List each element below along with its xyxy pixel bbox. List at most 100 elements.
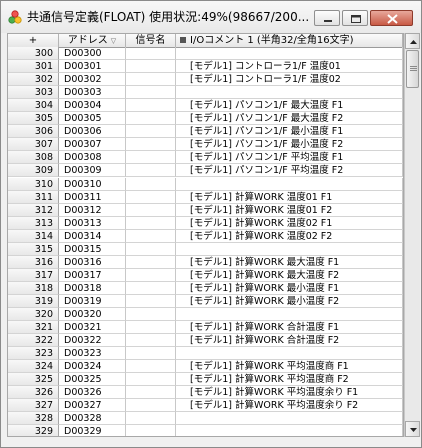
address-cell[interactable]: D00300 — [59, 47, 126, 61]
table-row[interactable]: 319 D00319 [モデル1] 計算WORK 最小温度 F2 — [8, 294, 403, 308]
signal-name-cell[interactable] — [126, 334, 176, 348]
vertical-scrollbar[interactable] — [404, 33, 420, 437]
signal-name-cell[interactable] — [126, 399, 176, 413]
row-number-cell[interactable]: 319 — [8, 294, 59, 308]
io-comment-cell[interactable]: [モデル1] 計算WORK 温度01 F2 — [176, 203, 403, 217]
table-row[interactable]: 327 D00327 [モデル1] 計算WORK 平均温度余り F2 — [8, 399, 403, 413]
table-row[interactable]: 322 D00322 [モデル1] 計算WORK 合計温度 F2 — [8, 334, 403, 348]
io-comment-cell[interactable] — [176, 47, 403, 61]
column-header-io-comment[interactable]: I/Oコメント 1 (半角32/全角16文字) — [176, 34, 403, 47]
address-cell[interactable]: D00324 — [59, 360, 126, 374]
signal-name-cell[interactable] — [126, 164, 176, 178]
io-comment-cell[interactable]: [モデル1] 計算WORK 最大温度 F1 — [176, 255, 403, 269]
signal-name-cell[interactable] — [126, 151, 176, 165]
io-comment-cell[interactable]: [モデル1] 計算WORK 合計温度 F1 — [176, 321, 403, 335]
row-number-cell[interactable]: 320 — [8, 308, 59, 322]
row-number-cell[interactable]: 310 — [8, 177, 59, 191]
table-row[interactable]: 307 D00307 [モデル1] パソコン1/F 最小温度 F2 — [8, 138, 403, 152]
table-row[interactable]: 300 D00300 — [8, 47, 403, 61]
table-row[interactable]: 301 D00301 [モデル1] コントローラ1/F 温度01 — [8, 60, 403, 74]
io-comment-cell[interactable] — [176, 177, 403, 191]
row-number-cell[interactable]: 328 — [8, 412, 59, 426]
row-number-cell[interactable]: 312 — [8, 203, 59, 217]
scroll-down-button[interactable] — [405, 421, 420, 437]
signal-name-cell[interactable] — [126, 138, 176, 152]
signal-name-cell[interactable] — [126, 47, 176, 61]
address-cell[interactable]: D00309 — [59, 164, 126, 178]
address-cell[interactable]: D00321 — [59, 321, 126, 335]
table-row[interactable]: 320 D00320 — [8, 308, 403, 322]
address-cell[interactable]: D00317 — [59, 268, 126, 282]
title-bar[interactable]: 共通信号定義(FLOAT) 使用状況:49%(98667/200... — [1, 1, 421, 33]
table-row[interactable]: 313 D00313 [モデル1] 計算WORK 温度02 F1 — [8, 216, 403, 230]
address-cell[interactable]: D00304 — [59, 99, 126, 113]
row-number-cell[interactable]: 325 — [8, 373, 59, 387]
address-cell[interactable]: D00327 — [59, 399, 126, 413]
io-comment-cell[interactable] — [176, 425, 403, 436]
signal-name-cell[interactable] — [126, 347, 176, 361]
signal-name-cell[interactable] — [126, 425, 176, 436]
address-cell[interactable]: D00316 — [59, 255, 126, 269]
io-comment-cell[interactable]: [モデル1] コントローラ1/F 温度01 — [176, 60, 403, 74]
table-row[interactable]: 310 D00310 — [8, 177, 403, 191]
row-number-cell[interactable]: 314 — [8, 229, 59, 243]
table-row[interactable]: 304 D00304 [モデル1] パソコン1/F 最大温度 F1 — [8, 99, 403, 113]
table-row[interactable]: 316 D00316 [モデル1] 計算WORK 最大温度 F1 — [8, 255, 403, 269]
table-row[interactable]: 318 D00318 [モデル1] 計算WORK 最小温度 F1 — [8, 281, 403, 295]
io-comment-cell[interactable]: [モデル1] パソコン1/F 平均温度 F1 — [176, 151, 403, 165]
signal-name-cell[interactable] — [126, 373, 176, 387]
row-number-cell[interactable]: 300 — [8, 47, 59, 61]
address-cell[interactable]: D00312 — [59, 203, 126, 217]
row-number-cell[interactable]: 322 — [8, 334, 59, 348]
io-comment-cell[interactable] — [176, 412, 403, 426]
row-number-cell[interactable]: 308 — [8, 151, 59, 165]
table-row[interactable]: 329 D00329 — [8, 425, 403, 436]
row-number-cell[interactable]: 317 — [8, 268, 59, 282]
address-cell[interactable]: D00328 — [59, 412, 126, 426]
signal-name-cell[interactable] — [126, 281, 176, 295]
address-cell[interactable]: D00303 — [59, 86, 126, 100]
row-number-cell[interactable]: 301 — [8, 60, 59, 74]
column-header-signal-name[interactable]: 信号名 — [126, 34, 176, 47]
signal-name-cell[interactable] — [126, 412, 176, 426]
maximize-button[interactable] — [342, 10, 368, 26]
minimize-button[interactable] — [314, 10, 340, 26]
row-number-cell[interactable]: 321 — [8, 321, 59, 335]
table-row[interactable]: 324 D00324 [モデル1] 計算WORK 平均温度商 F1 — [8, 360, 403, 374]
io-comment-cell[interactable]: [モデル1] 計算WORK 温度01 F1 — [176, 190, 403, 204]
row-number-cell[interactable]: 303 — [8, 86, 59, 100]
column-header-expand[interactable]: + — [8, 34, 59, 47]
io-comment-cell[interactable]: [モデル1] コントローラ1/F 温度02 — [176, 73, 403, 87]
signal-name-cell[interactable] — [126, 216, 176, 230]
table-row[interactable]: 317 D00317 [モデル1] 計算WORK 最大温度 F2 — [8, 268, 403, 282]
table-row[interactable]: 311 D00311 [モデル1] 計算WORK 温度01 F1 — [8, 190, 403, 204]
signal-name-cell[interactable] — [126, 190, 176, 204]
io-comment-cell[interactable]: [モデル1] 計算WORK 平均温度余り F1 — [176, 386, 403, 400]
signal-name-cell[interactable] — [126, 268, 176, 282]
io-comment-cell[interactable]: [モデル1] 計算WORK 平均温度余り F2 — [176, 399, 403, 413]
address-cell[interactable]: D00311 — [59, 190, 126, 204]
address-cell[interactable]: D00310 — [59, 177, 126, 191]
row-number-cell[interactable]: 313 — [8, 216, 59, 230]
row-number-cell[interactable]: 315 — [8, 242, 59, 256]
row-number-cell[interactable]: 324 — [8, 360, 59, 374]
signal-name-cell[interactable] — [126, 242, 176, 256]
io-comment-cell[interactable]: [モデル1] 計算WORK 合計温度 F2 — [176, 334, 403, 348]
signal-name-cell[interactable] — [126, 99, 176, 113]
address-cell[interactable]: D00313 — [59, 216, 126, 230]
signal-name-cell[interactable] — [126, 308, 176, 322]
signal-name-cell[interactable] — [126, 125, 176, 139]
scroll-up-button[interactable] — [405, 33, 420, 49]
io-comment-cell[interactable]: [モデル1] パソコン1/F 最小温度 F1 — [176, 125, 403, 139]
address-cell[interactable]: D00302 — [59, 73, 126, 87]
column-header-address[interactable]: アドレス ▽ — [59, 34, 126, 47]
signal-name-cell[interactable] — [126, 229, 176, 243]
address-cell[interactable]: D00323 — [59, 347, 126, 361]
signal-name-cell[interactable] — [126, 203, 176, 217]
row-number-cell[interactable]: 316 — [8, 255, 59, 269]
signal-name-cell[interactable] — [126, 86, 176, 100]
table-row[interactable]: 303 D00303 — [8, 86, 403, 100]
row-number-cell[interactable]: 327 — [8, 399, 59, 413]
io-comment-cell[interactable]: [モデル1] 計算WORK 最大温度 F2 — [176, 268, 403, 282]
signal-name-cell[interactable] — [126, 294, 176, 308]
